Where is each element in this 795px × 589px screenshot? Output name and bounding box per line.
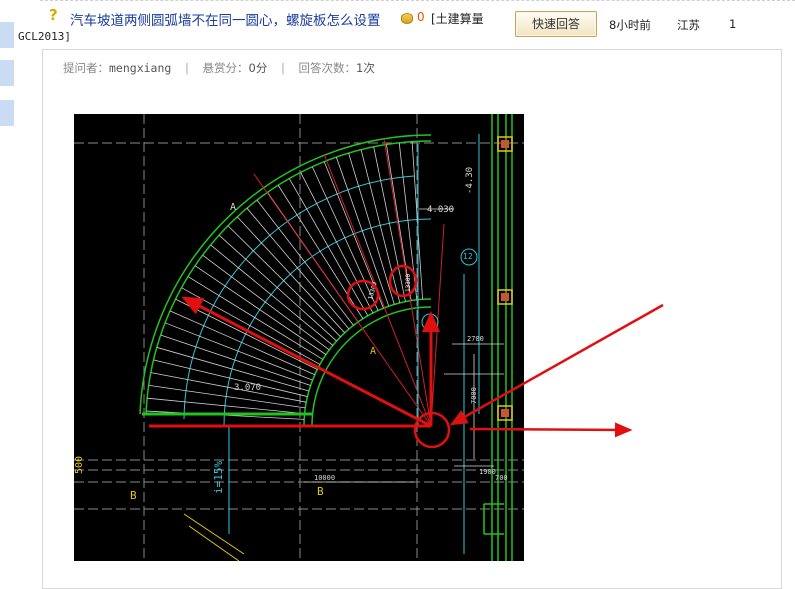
slope-lines	[183, 513, 245, 561]
side-tab-1[interactable]	[0, 22, 14, 48]
elevation-right-label: -4.30	[465, 167, 475, 194]
tread-line	[227, 225, 341, 338]
answer-count: 1	[729, 17, 737, 31]
dimension-lines	[304, 208, 504, 483]
tread-line	[289, 178, 369, 316]
points-value: 0	[417, 10, 425, 24]
coin-icon	[401, 13, 413, 24]
tread-line	[360, 149, 401, 303]
posted-time: 8小时前	[609, 18, 651, 32]
dim-7000-label: 7000	[470, 387, 478, 404]
dim-10000-label: 10000	[314, 474, 335, 482]
tread-line	[237, 216, 346, 334]
answers-value: 1次	[356, 61, 375, 75]
cad-grid	[74, 114, 524, 561]
elevation-bottom-label: 3.070	[234, 383, 261, 393]
tread-line	[277, 185, 364, 319]
axis-500-label: 500	[74, 456, 85, 474]
tread-line	[153, 359, 308, 397]
dim-2700-label: 2700	[467, 335, 484, 343]
side-tab-3[interactable]	[0, 100, 14, 126]
axis-b-label-right: B	[317, 485, 324, 498]
axis-b-label-left: B	[130, 489, 137, 502]
inner-wall-arcs	[303, 298, 432, 427]
axis-a-label-2: A	[370, 346, 376, 357]
tread-line	[160, 334, 311, 386]
tread-line	[170, 310, 315, 376]
elevation-top-label: 4.030	[427, 205, 454, 215]
meta-separator: |	[280, 61, 285, 75]
dim-13300-label: 13300	[367, 281, 379, 301]
dim-13300b-label: 13300	[405, 274, 412, 292]
side-tab-2[interactable]	[0, 60, 14, 86]
tread-line	[165, 322, 313, 381]
cyan-circles	[421, 248, 478, 331]
tread-line	[311, 166, 379, 311]
region: 江苏	[677, 18, 700, 32]
axis-12-label: 12	[463, 252, 473, 261]
asker-label: 提问者：	[63, 61, 109, 75]
category-tag-line2[interactable]: GCL2013]	[18, 30, 71, 43]
tread-line	[335, 157, 390, 307]
cyan-arcs	[183, 175, 432, 427]
tread-line	[246, 208, 350, 330]
tread-line	[188, 276, 324, 360]
slope-label: i=15%	[212, 461, 225, 494]
outer-wall-arcs	[139, 134, 432, 415]
reward-label: 悬赏分：	[202, 61, 249, 75]
top-divider	[40, 0, 795, 1]
answers-label: 回答次数：	[298, 61, 357, 75]
dim-700-label: 700	[495, 474, 508, 482]
right-wall-lines	[483, 114, 513, 561]
dim-1900-label: 1900	[479, 468, 496, 476]
category-tag-line1[interactable]: [土建算量	[431, 10, 484, 27]
tread-line	[150, 372, 307, 403]
cad-labels: 4.030 3.070 2700 1900 700 10000 B B A A …	[74, 167, 508, 502]
column-markers	[497, 136, 513, 421]
question-title-link[interactable]: 汽车坡道两侧圆弧墙不在同一圆心，螺旋板怎么设置	[70, 9, 381, 29]
quick-answer-button[interactable]: 快速回答	[515, 11, 597, 37]
column-fills	[501, 140, 509, 417]
asker-name[interactable]: mengxiang	[109, 61, 171, 75]
cad-drawing-image[interactable]: 4.030 3.070 2700 1900 700 10000 B B A A …	[74, 114, 524, 561]
tread-line	[218, 235, 337, 342]
reward-value: 0分	[248, 61, 268, 75]
cad-drawing-svg: 4.030 3.070 2700 1900 700 10000 B B A A …	[74, 114, 524, 561]
question-meta: 提问者：mengxiang | 悬赏分：0分 | 回答次数：1次	[63, 60, 375, 76]
question-mark-icon: ?	[49, 6, 58, 24]
tread-line	[181, 287, 321, 365]
meta-separator: |	[184, 61, 189, 75]
axis-a-label: A	[230, 202, 236, 213]
